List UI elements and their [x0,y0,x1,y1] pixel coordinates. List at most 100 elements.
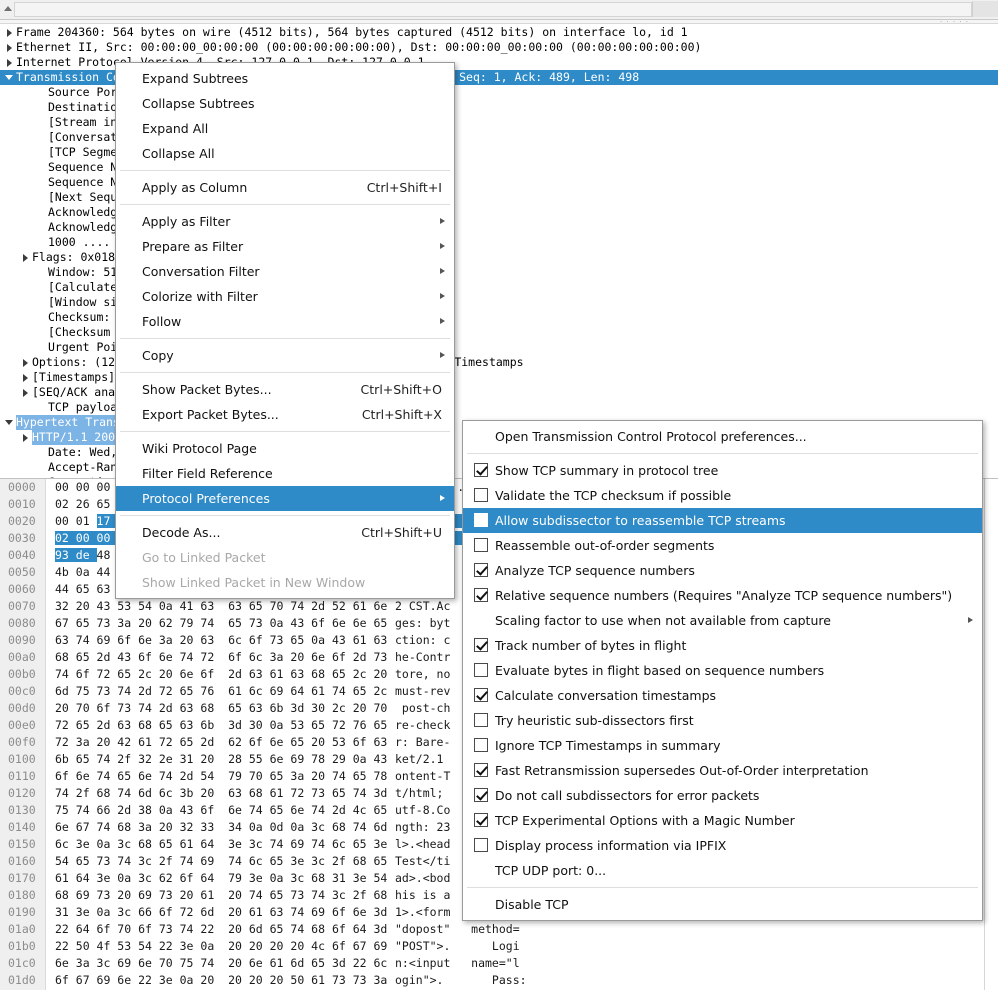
checkbox-unchecked-icon[interactable] [474,713,488,727]
chevron-right-icon [440,243,445,249]
hex-offset: 0050 [8,565,36,579]
checkbox-unchecked-icon[interactable] [474,538,488,552]
menu-item-label: Expand Subtrees [142,71,249,86]
chevron-down-icon[interactable] [2,415,16,430]
hex-bytes: 32 20 43 53 54 0a 41 63 63 65 70 74 2d 5… [55,599,388,613]
hex-bytes: 54 65 73 74 3c 2f 74 69 74 6c 65 3e 3c 2… [55,854,388,868]
menu-item-wiki-protocol-page[interactable]: Wiki Protocol Page [116,436,454,461]
hex-bytes: 75 74 66 2d 38 0a 43 6f 6e 74 65 6e 74 2… [55,803,388,817]
menu-item-prepare-as-filter[interactable]: Prepare as Filter [116,234,454,259]
scrollbar-corner [972,1,998,17]
chevron-right-icon[interactable] [18,355,32,370]
hex-offset: 00d0 [8,701,36,715]
checkbox-checked-icon[interactable] [474,688,488,702]
checkbox-checked-icon[interactable] [474,763,488,777]
checkbox-checked-icon[interactable] [474,638,488,652]
chevron-right-icon[interactable] [18,385,32,400]
checkbox-checked-icon[interactable] [474,463,488,477]
scrollbar-up-button[interactable] [0,1,13,17]
menu-item-collapse-all[interactable]: Collapse All [116,141,454,166]
checkbox-unchecked-icon[interactable] [474,738,488,752]
chevron-right-icon[interactable] [2,25,16,40]
chevron-right-icon[interactable] [2,55,16,70]
menu-item-scaling-factor-to-use-when-not-available-from-capture[interactable]: Scaling factor to use when not available… [463,608,982,633]
menu-item-track-number-of-bytes-in-flight[interactable]: Track number of bytes in flight [463,633,982,658]
menu-item-protocol-preferences[interactable]: Protocol Preferences [116,486,454,511]
menu-item-reassemble-out-of-order-segments[interactable]: Reassemble out-of-order segments [463,533,982,558]
menu-item-apply-as-filter[interactable]: Apply as Filter [116,209,454,234]
menu-item-expand-subtrees[interactable]: Expand Subtrees [116,66,454,91]
menu-item-expand-all[interactable]: Expand All [116,116,454,141]
pane-divider[interactable] [0,20,998,24]
menu-item-label: Evaluate bytes in flight based on sequen… [495,663,825,678]
menu-item-apply-as-column[interactable]: Apply as Column Ctrl+Shift+I [116,175,454,200]
menu-item-show-packet-bytes[interactable]: Show Packet Bytes... Ctrl+Shift+O [116,377,454,402]
checkbox-unchecked-icon[interactable] [474,488,488,502]
menu-item-label: Fast Retransmission supersedes Out-of-Or… [495,763,869,778]
menu-item-label: Collapse Subtrees [142,96,255,111]
checkbox-unchecked-icon[interactable] [474,513,488,527]
detail-tree-row[interactable]: Ethernet II, Src: 00:00:00_00:00:00 (00:… [0,40,998,55]
menu-item-filter-field-reference[interactable]: Filter Field Reference [116,461,454,486]
menu-item-show-tcp-summary-in-protocol-tree[interactable]: Show TCP summary in protocol tree [463,458,982,483]
chevron-down-icon[interactable] [2,70,16,85]
menu-item-conversation-filter[interactable]: Conversation Filter [116,259,454,284]
menu-item-label: Analyze TCP sequence numbers [495,563,695,578]
chevron-right-icon[interactable] [2,40,16,55]
checkbox-unchecked-icon[interactable] [474,663,488,677]
hex-bytes: 20 70 6f 73 74 2d 63 68 65 63 6b 3d 30 2… [55,701,388,715]
hex-offset: 0120 [8,786,36,800]
menu-item-analyze-tcp-sequence-numbers[interactable]: Analyze TCP sequence numbers [463,558,982,583]
hex-offset: 0150 [8,837,36,851]
menu-item-copy[interactable]: Copy [116,343,454,368]
hex-dump-row[interactable]: 01c0 6e 3a 3c 69 6e 70 75 74 20 6e 61 6d … [0,955,998,972]
hex-dump-row[interactable]: 01d0 6f 67 69 6e 22 3e 0a 20 20 20 20 50 … [0,972,998,989]
menu-item-collapse-subtrees[interactable]: Collapse Subtrees [116,91,454,116]
menu-item-decode-as[interactable]: Decode As... Ctrl+Shift+U [116,520,454,545]
menu-item-disable-tcp[interactable]: Disable TCP [463,892,982,917]
hex-dump-row[interactable]: 01a0 22 64 6f 70 6f 73 74 22 20 6d 65 74 … [0,921,998,938]
hex-offset: 01b0 [8,939,36,953]
checkbox-checked-icon[interactable] [474,563,488,577]
checkbox-unchecked-icon[interactable] [474,838,488,852]
menu-item-calculate-conversation-timestamps[interactable]: Calculate conversation timestamps [463,683,982,708]
menu-item-ignore-tcp-timestamps-in-summary[interactable]: Ignore TCP Timestamps in summary [463,733,982,758]
menu-item-evaluate-bytes-in-flight-based-on-sequence-numbers[interactable]: Evaluate bytes in flight based on sequen… [463,658,982,683]
detail-pane-horizontal-scrollbar[interactable] [0,0,998,20]
menu-item-show-linked-packet-in-new-window: Show Linked Packet in New Window [116,570,454,595]
chevron-right-icon [440,495,445,501]
menu-item-label: Copy [142,348,174,363]
hex-dump-row[interactable]: 01b0 22 50 4f 53 54 22 3e 0a 20 20 20 20 … [0,938,998,955]
menu-item-open-transmission-control-protocol-preferences[interactable]: Open Transmission Control Protocol prefe… [463,424,982,449]
menu-item-label: TCP UDP port: 0... [495,863,607,878]
menu-item-validate-the-tcp-checksum-if-possible[interactable]: Validate the TCP checksum if possible [463,483,982,508]
detail-tree-row[interactable]: Frame 204360: 564 bytes on wire (4512 bi… [0,25,998,40]
checkbox-checked-icon[interactable] [474,813,488,827]
menu-item-do-not-call-subdissectors-for-error-packets[interactable]: Do not call subdissectors for error pack… [463,783,982,808]
hex-bytes: 63 74 69 6f 6e 3a 20 63 6c 6f 73 65 0a 4… [55,633,388,647]
menu-item-tcp-experimental-options-with-a-magic-number[interactable]: TCP Experimental Options with a Magic Nu… [463,808,982,833]
menu-item-try-heuristic-sub-dissectors-first[interactable]: Try heuristic sub-dissectors first [463,708,982,733]
hex-offset: 0160 [8,854,36,868]
menu-item-allow-subdissector-to-reassemble-tcp-streams[interactable]: Allow subdissector to reassemble TCP str… [463,508,982,533]
menu-item-label: Relative sequence numbers (Requires "Ana… [495,588,953,603]
hex-bytes: 22 64 6f 70 6f 73 74 22 20 6d 65 74 68 6… [55,922,388,936]
protocol-preferences-submenu[interactable]: Open Transmission Control Protocol prefe… [462,420,983,921]
menu-item-colorize-with-filter[interactable]: Colorize with Filter [116,284,454,309]
menu-item-fast-retransmission-supersedes-out-of-order-interpretation[interactable]: Fast Retransmission supersedes Out-of-Or… [463,758,982,783]
scrollbar-track[interactable] [14,2,972,17]
menu-item-label: Filter Field Reference [142,466,273,481]
hex-bytes: 74 6f 72 65 2c 20 6e 6f 2d 63 61 63 68 6… [55,667,388,681]
chevron-right-icon[interactable] [18,430,32,445]
chevron-right-icon[interactable] [18,250,32,265]
menu-item-follow[interactable]: Follow [116,309,454,334]
menu-item-tcp-udp-port-0[interactable]: TCP UDP port: 0... [463,858,982,883]
menu-item-label: Conversation Filter [142,264,260,279]
menu-item-relative-sequence-numbers-requires-analyze-tcp-sequence-numbers[interactable]: Relative sequence numbers (Requires "Ana… [463,583,982,608]
checkbox-checked-icon[interactable] [474,788,488,802]
menu-item-display-process-information-via-ipfix[interactable]: Display process information via IPFIX [463,833,982,858]
menu-item-export-packet-bytes[interactable]: Export Packet Bytes... Ctrl+Shift+X [116,402,454,427]
chevron-right-icon[interactable] [18,370,32,385]
packet-detail-context-menu[interactable]: Expand Subtrees Collapse Subtrees Expand A… [115,62,455,599]
checkbox-checked-icon[interactable] [474,588,488,602]
